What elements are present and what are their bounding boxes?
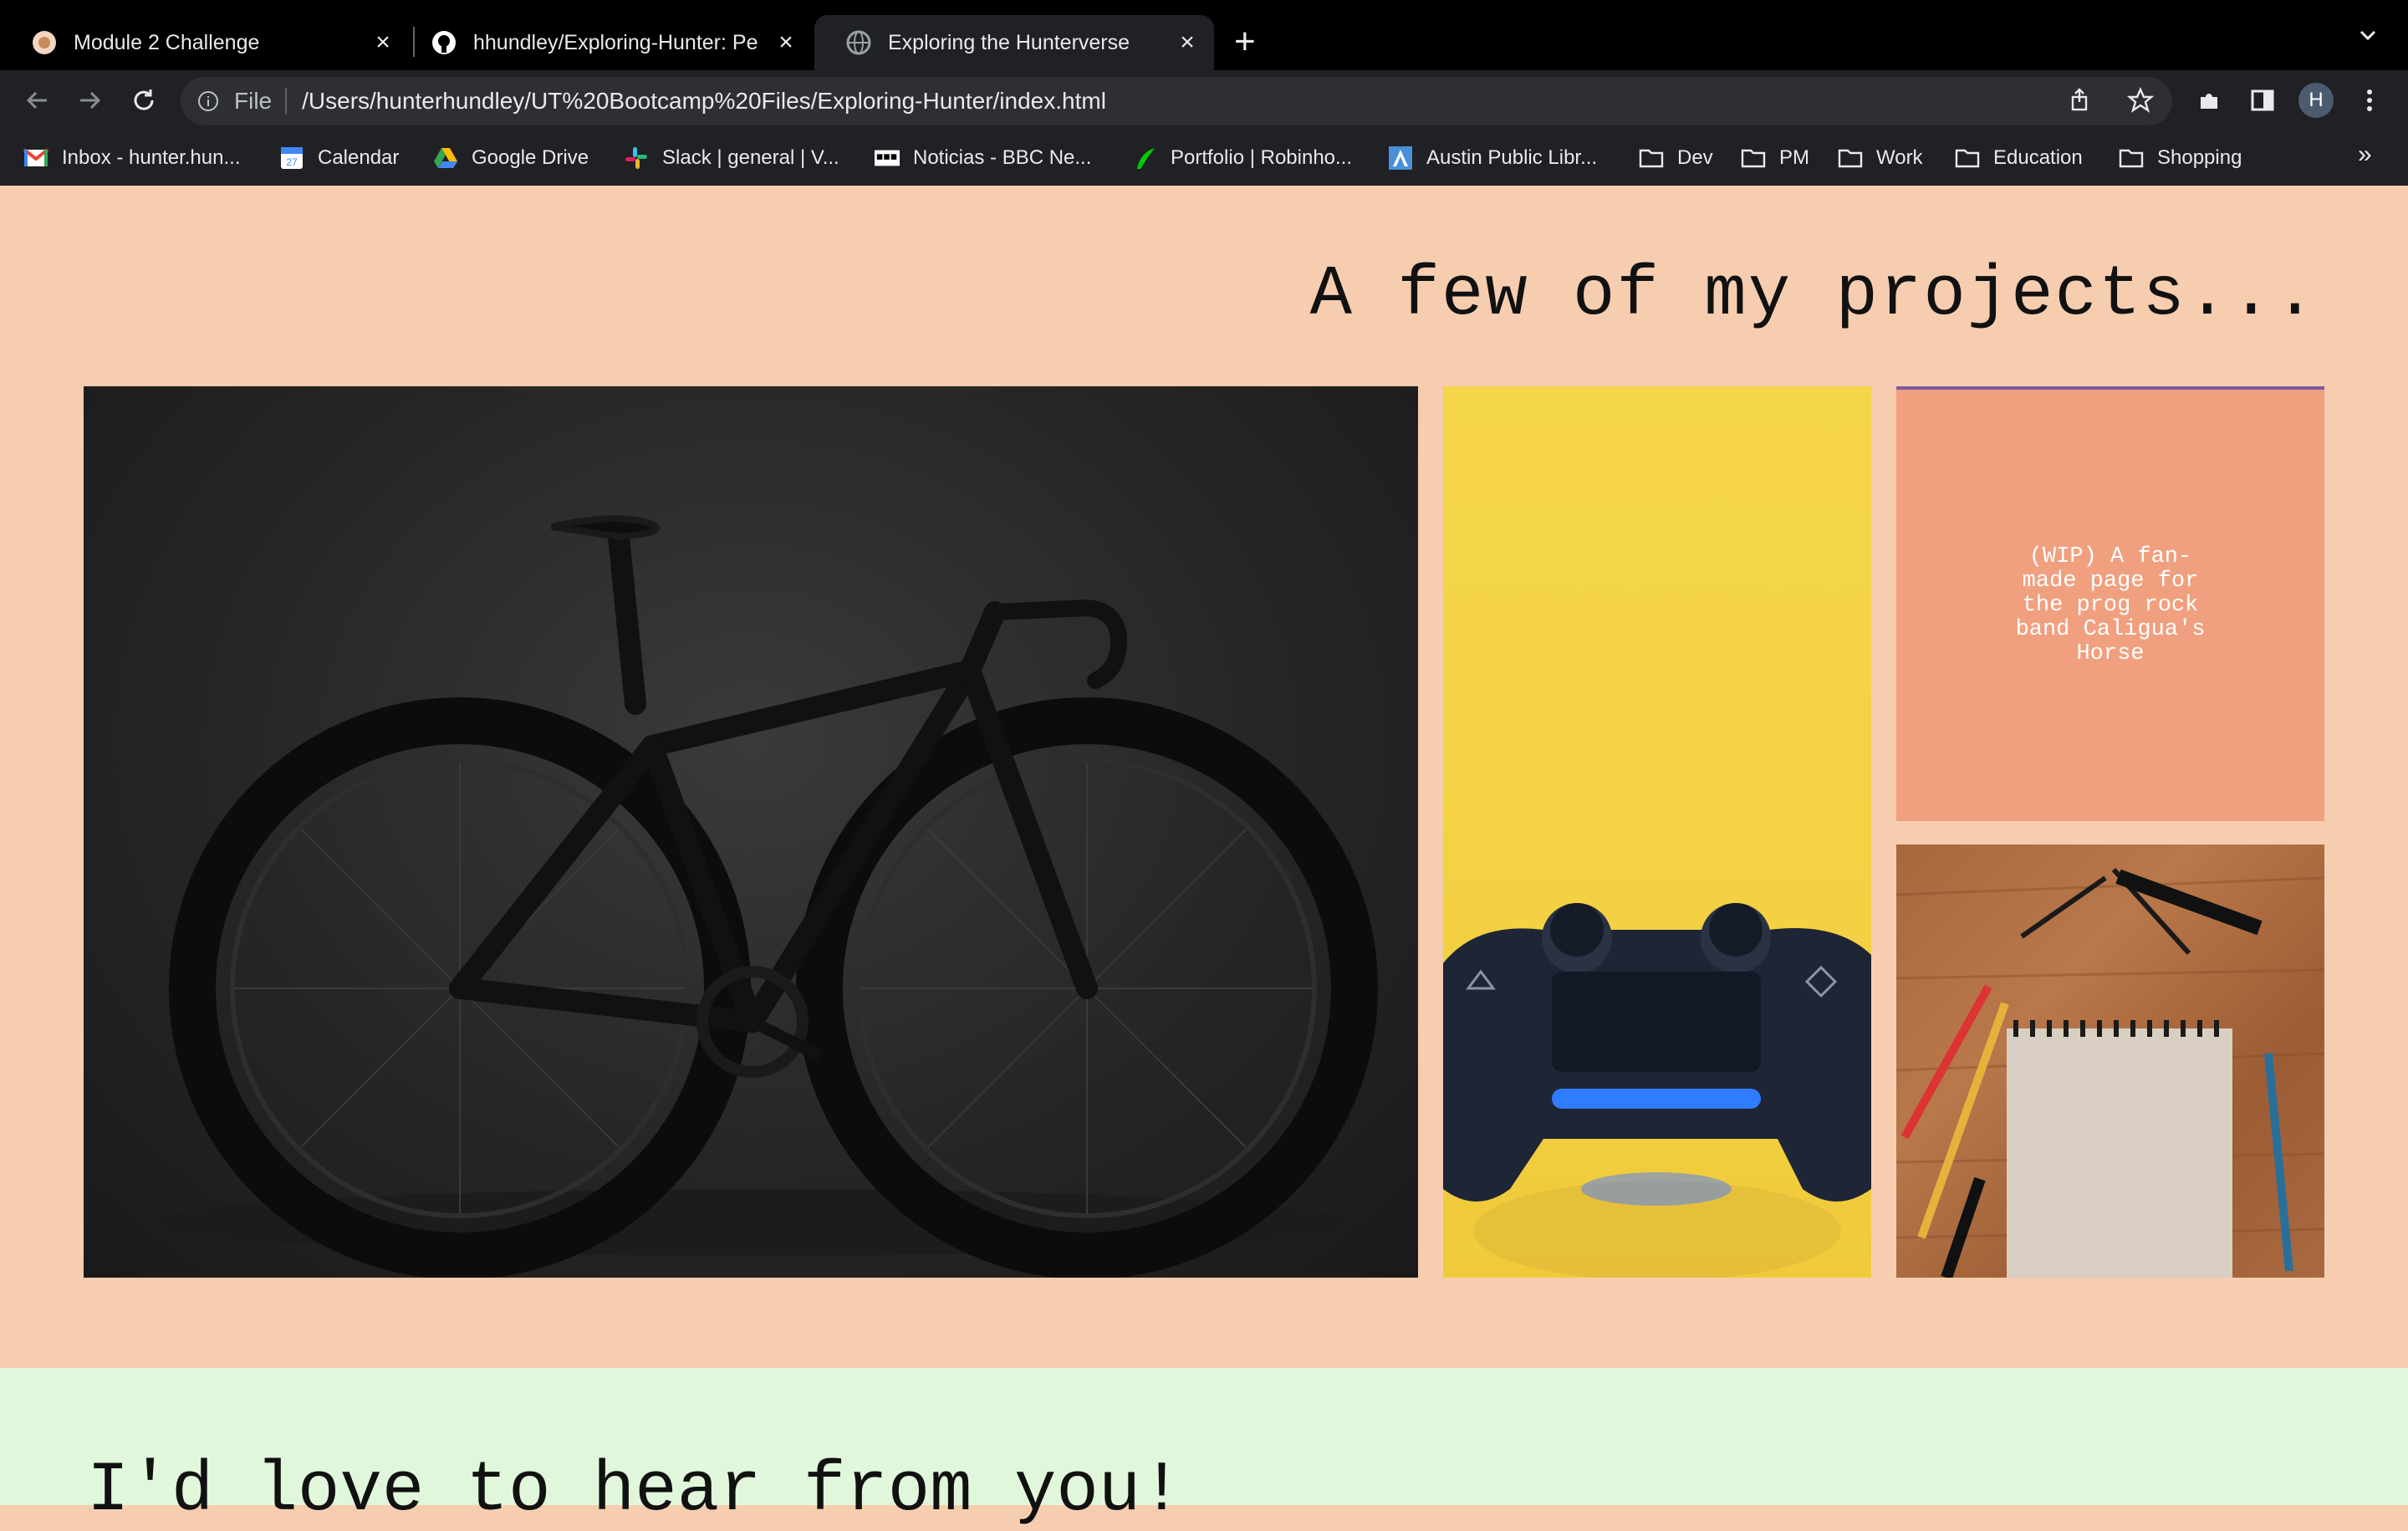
bookmark-label: Austin Public Libr... [1426,146,1598,169]
scheme-label: File [234,88,273,114]
bookmark-folder-education[interactable]: Education [1955,144,2083,172]
bookmark-folder-work[interactable]: Work [1838,144,1923,172]
bookmark-label: Calendar [318,146,400,169]
bookmark-folder-shopping[interactable]: Shopping [2119,144,2242,172]
close-tab-icon[interactable]: × [1171,28,1204,57]
projects-section: A few of my projects... (WIP) A fan-made… [0,186,2408,1361]
bookmark-austin-library[interactable]: Austin Public Libr... [1388,144,1597,172]
bookmark-label: PM [1779,146,1809,169]
side-panel-icon[interactable] [2244,82,2281,119]
url-text[interactable]: /Users/hunterhundley/UT%20Bootcamp%20Fil… [302,88,1106,115]
tab-module-2-challenge[interactable]: Module 2 Challenge × [0,15,410,70]
extensions-puzzle-icon[interactable] [2191,82,2227,119]
svg-text:27: 27 [286,156,298,168]
sketchbook-desk-photo [1896,867,2324,1278]
project-caption-wrapper: (WIP) A fan-made page for the prog rock … [1896,390,2324,821]
game-controller-photo [1443,903,1871,1278]
drive-icon [433,145,458,171]
bbc-icon [875,145,900,171]
tab-github-repo[interactable]: hhundley/Exploring-Hunter: Pe × [400,15,813,70]
folder-icon [1838,145,1863,171]
omnibox-divider [285,88,288,115]
new-tab-button[interactable]: + [1234,22,1256,62]
close-tab-icon[interactable]: × [366,28,400,57]
address-bar[interactable]: File /Users/hunterhundley/UT%20Bootcamp%… [181,77,2172,125]
browser-toolbar: File /Users/hunterhundley/UT%20Bootcamp%… [0,70,2408,130]
globe-icon [846,30,871,55]
bookmark-inbox[interactable]: Inbox - hunter.hun... [23,144,240,172]
share-icon[interactable] [2067,87,2092,120]
tab-exploring-hunterverse[interactable]: Exploring the Hunterverse × [814,15,1214,70]
bookmark-label: Google Drive [472,146,589,169]
bookmark-folder-dev[interactable]: Dev [1639,144,1713,172]
bookmark-slack[interactable]: Slack | general | V... [624,144,839,172]
road-bike-photo [150,515,1378,1278]
bookmark-folder-pm[interactable]: PM [1741,144,1809,172]
profile-avatar[interactable]: H [2298,82,2334,119]
bookmark-calendar[interactable]: 27 Calendar [279,144,399,172]
project-card-bike[interactable] [84,386,1418,1278]
profile-initial: H [2298,83,2334,118]
project-caption: (WIP) A fan-made page for the prog rock … [2015,544,2206,666]
robinhood-icon [1132,145,1157,171]
kebab-menu-icon[interactable] [2351,82,2388,119]
tab-search-chevron-icon[interactable] [2356,23,2380,51]
contact-heading: I'd love to hear from you! [87,1452,1183,1531]
project-card-caligulas-horse[interactable]: (WIP) A fan-made page for the prog rock … [1896,386,2324,821]
contact-section: I'd love to hear from you! [0,1368,2408,1531]
github-icon [431,30,457,55]
bookmark-label: Portfolio | Robinho... [1171,146,1353,169]
reload-icon[interactable] [125,82,162,119]
library-icon [1388,145,1413,171]
slack-icon [624,145,649,171]
folder-icon [1639,145,1664,171]
close-tab-icon[interactable]: × [769,28,803,57]
back-arrow-icon[interactable] [18,82,55,119]
tab-strip: Module 2 Challenge × hhundley/Exploring-… [0,0,2408,70]
bookmark-label: Shopping [2157,146,2242,169]
module-favicon-icon [32,30,57,55]
bookmark-robinhood[interactable]: Portfolio | Robinho... [1132,144,1352,172]
tab-title: Module 2 Challenge [74,30,260,54]
folder-icon [1741,145,1766,171]
bookmark-google-drive[interactable]: Google Drive [433,144,589,172]
tab-title: Exploring the Hunterverse [888,30,1130,54]
folder-icon [1955,145,1980,171]
tab-title: hhundley/Exploring-Hunter: Pe [473,30,758,54]
gmail-icon [23,145,48,171]
bookmark-label: Education [1993,146,2083,169]
forward-arrow-icon[interactable] [72,82,109,119]
info-icon[interactable] [196,89,221,114]
bookmark-star-icon[interactable] [2126,87,2155,120]
project-card-sketchbook[interactable] [1896,845,2324,1278]
bookmark-label: Dev [1677,146,1713,169]
folder-icon [2119,145,2144,171]
bookmarks-bar: Inbox - hunter.hun... 27 Calendar Google… [0,130,2408,186]
bookmark-label: Slack | general | V... [662,146,839,169]
bookmark-label: Inbox - hunter.hun... [62,146,241,169]
project-card-controller[interactable] [1443,386,1871,1278]
bookmark-label: Work [1876,146,1923,169]
calendar-icon: 27 [279,145,304,171]
bookmark-bbc[interactable]: Noticias - BBC Ne... [875,144,1091,172]
bookmark-label: Noticias - BBC Ne... [913,146,1092,169]
projects-heading: A few of my projects... [1309,256,2318,335]
bookmarks-overflow-button[interactable]: » [2358,140,2372,169]
